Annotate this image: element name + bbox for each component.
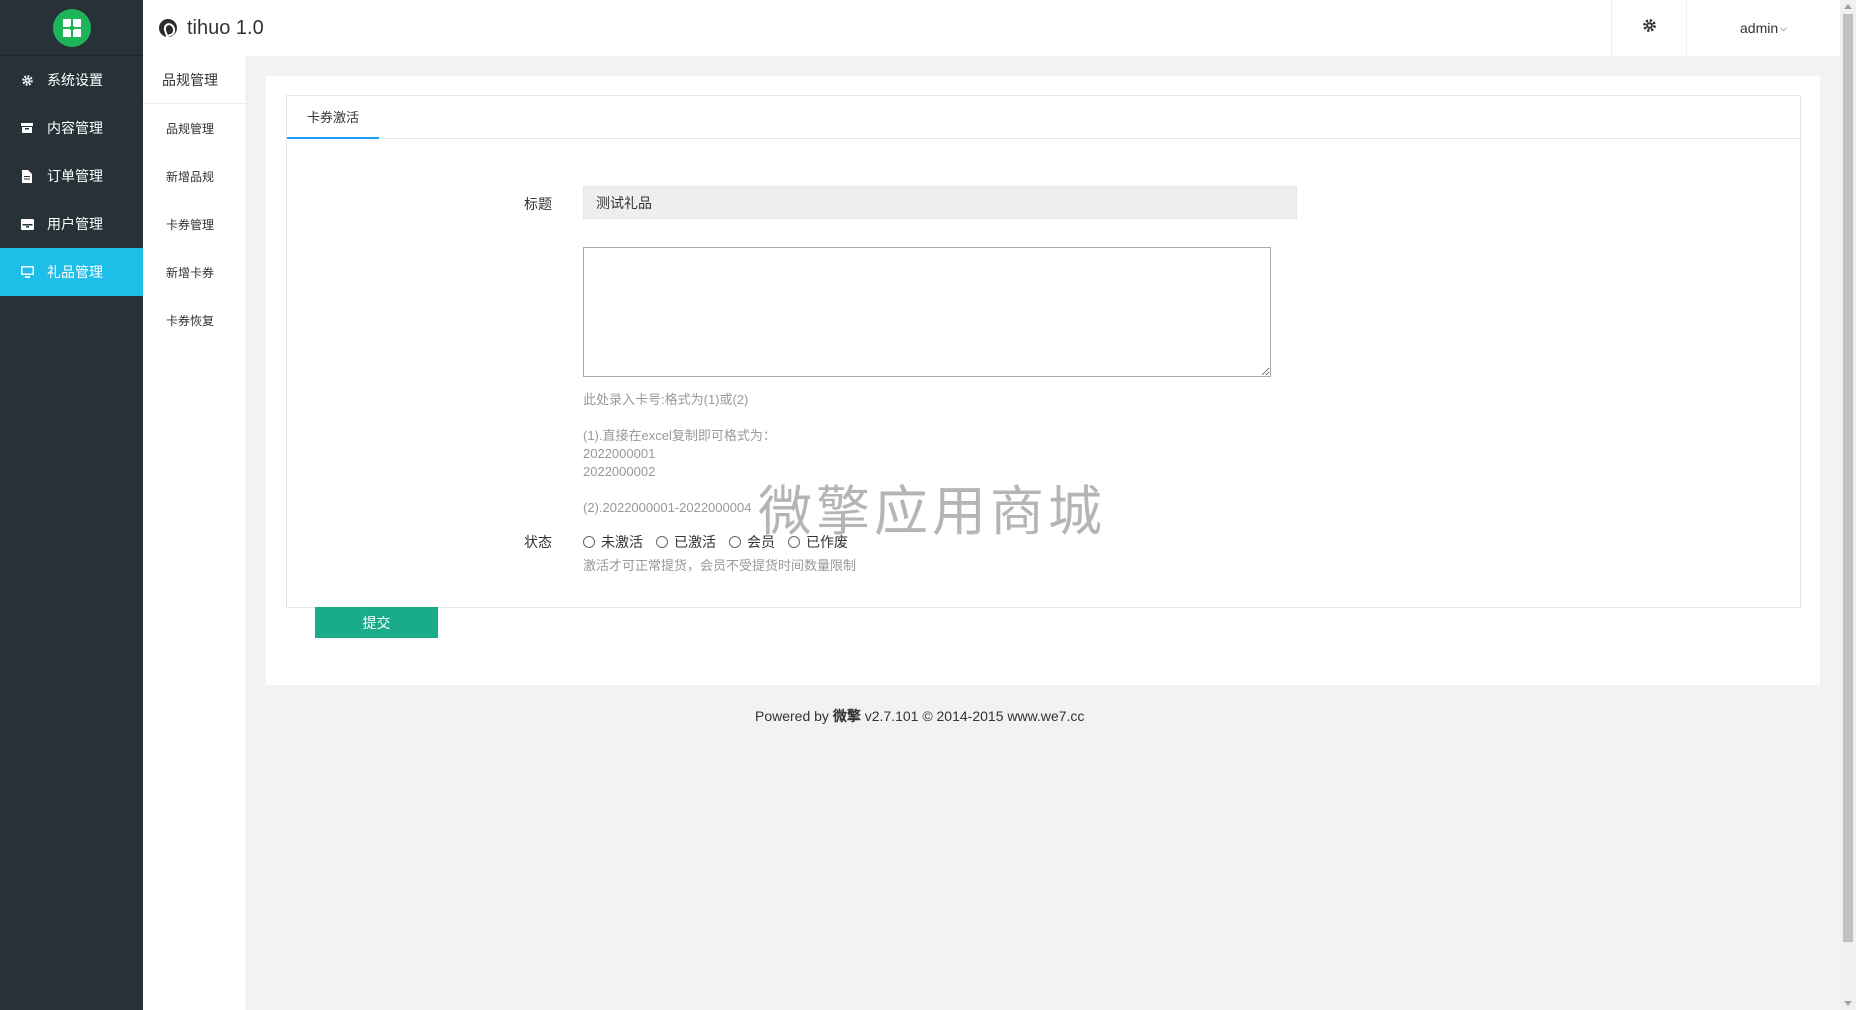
radio-circle-icon [656, 536, 668, 548]
radio-label: 未激活 [601, 534, 643, 550]
settings-button[interactable] [1611, 0, 1687, 56]
drawer-icon [20, 217, 34, 231]
radio-label: 已激活 [674, 534, 716, 550]
app-logo[interactable] [52, 8, 91, 47]
footer-text: Powered by 微擎 v2.7.101 © 2014-2015 www.w… [755, 706, 1084, 726]
sidebar-item-label: 订单管理 [47, 168, 103, 184]
brand[interactable]: tihuo 1.0 [159, 0, 264, 56]
sidebar-item-users[interactable]: 用户管理 [0, 200, 143, 248]
footer-prefix: Powered by [755, 708, 833, 724]
sidebar-item-label: 内容管理 [47, 120, 103, 136]
file-icon [20, 169, 34, 183]
help-text-format-2: (2).2022000001-2022000004 [583, 500, 752, 515]
subnav-item-spec-manage[interactable]: 品规管理 [143, 104, 246, 152]
help-text-example-1: 2022000001 [583, 446, 656, 461]
gear-icon [20, 73, 34, 87]
top-bar: tihuo 1.0 admin ⌵ [143, 0, 1840, 56]
sidebar-item-gifts[interactable]: 礼品管理 [0, 248, 143, 296]
sidebar-item-orders[interactable]: 订单管理 [0, 152, 143, 200]
status-radio-activated[interactable]: 已激活 [656, 532, 716, 552]
tab-card-activate[interactable]: 卡券激活 [287, 96, 379, 139]
archive-icon [20, 121, 34, 135]
user-menu[interactable]: admin ⌵ [1687, 0, 1840, 56]
watermark: 微擎应用商城 [758, 480, 1106, 543]
gear-icon [1642, 18, 1657, 38]
brand-logo-icon [159, 19, 177, 37]
status-label: 状态 [524, 534, 552, 550]
help-text-format-1: (1).直接在excel复制即可格式为： [583, 428, 776, 443]
footer-brand-link[interactable]: 微擎 [833, 708, 861, 724]
sidebar-item-content[interactable]: 内容管理 [0, 104, 143, 152]
main-panel: 卡券激活 标题 测试礼品 此处录入卡号:格式为(1)或(2) (1).直接在ex… [266, 76, 1820, 685]
logo-area [0, 0, 143, 56]
subnav-item-add-spec[interactable]: 新增品规 [143, 152, 246, 200]
brand-title: tihuo 1.0 [187, 16, 264, 39]
sidebar-item-label: 用户管理 [47, 216, 103, 232]
scroll-down-arrow-icon[interactable] [1844, 1001, 1852, 1006]
footer-suffix: v2.7.101 © 2014-2015 www.we7.cc [860, 708, 1085, 724]
page-scrollbar[interactable] [1840, 0, 1856, 1010]
sidebar-item-label: 系统设置 [47, 72, 103, 88]
subnav-item-card-restore[interactable]: 卡券恢复 [143, 296, 246, 344]
subnav-heading: 品规管理 [143, 56, 246, 104]
status-radio-inactive[interactable]: 未激活 [583, 532, 643, 552]
help-text-format: 此处录入卡号:格式为(1)或(2) [583, 392, 749, 407]
help-text-example-2: 2022000002 [583, 464, 656, 479]
radio-circle-icon [729, 536, 741, 548]
status-help-text: 激活才可正常提货，会员不受提货时间数量限制 [583, 558, 857, 573]
scroll-thumb[interactable] [1843, 14, 1853, 942]
subnav-item-add-card[interactable]: 新增卡券 [143, 248, 246, 296]
sidebar-item-system-settings[interactable]: 系统设置 [0, 56, 143, 104]
title-field[interactable]: 测试礼品 [583, 186, 1297, 219]
main-sidebar: 系统设置 内容管理 订单管理 用户管理 礼品管理 [0, 0, 143, 1010]
monitor-icon [20, 265, 34, 279]
title-label: 标题 [524, 196, 552, 212]
tab-bar: 卡券激活 [287, 96, 1800, 139]
logo-grid-icon [62, 18, 81, 37]
scroll-up-arrow-icon[interactable] [1844, 4, 1852, 9]
radio-circle-icon [583, 536, 595, 548]
sub-sidebar: 品规管理 品规管理 新增品规 卡券管理 新增卡券 卡券恢复 [143, 56, 247, 1010]
chevron-down-icon: ⌵ [1780, 22, 1787, 33]
username: admin [1740, 20, 1779, 36]
submit-button[interactable]: 提交 [315, 607, 438, 638]
subnav-item-card-manage[interactable]: 卡券管理 [143, 200, 246, 248]
sidebar-item-label: 礼品管理 [47, 264, 103, 280]
card-numbers-textarea[interactable] [583, 247, 1271, 377]
